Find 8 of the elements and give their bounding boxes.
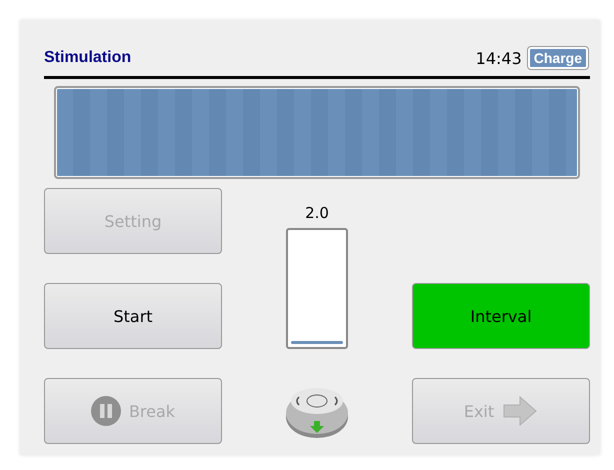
screen-title: Stimulation	[44, 49, 132, 67]
action-button[interactable]: Start	[44, 283, 222, 349]
clock-time: 14:43	[476, 48, 522, 68]
meter-reading: 2.0	[305, 204, 329, 222]
charge-button[interactable]: Charge	[528, 47, 588, 69]
pause-icon	[90, 396, 121, 426]
arrow-right-icon	[502, 396, 538, 426]
interval-button[interactable]: Interval	[412, 283, 590, 349]
